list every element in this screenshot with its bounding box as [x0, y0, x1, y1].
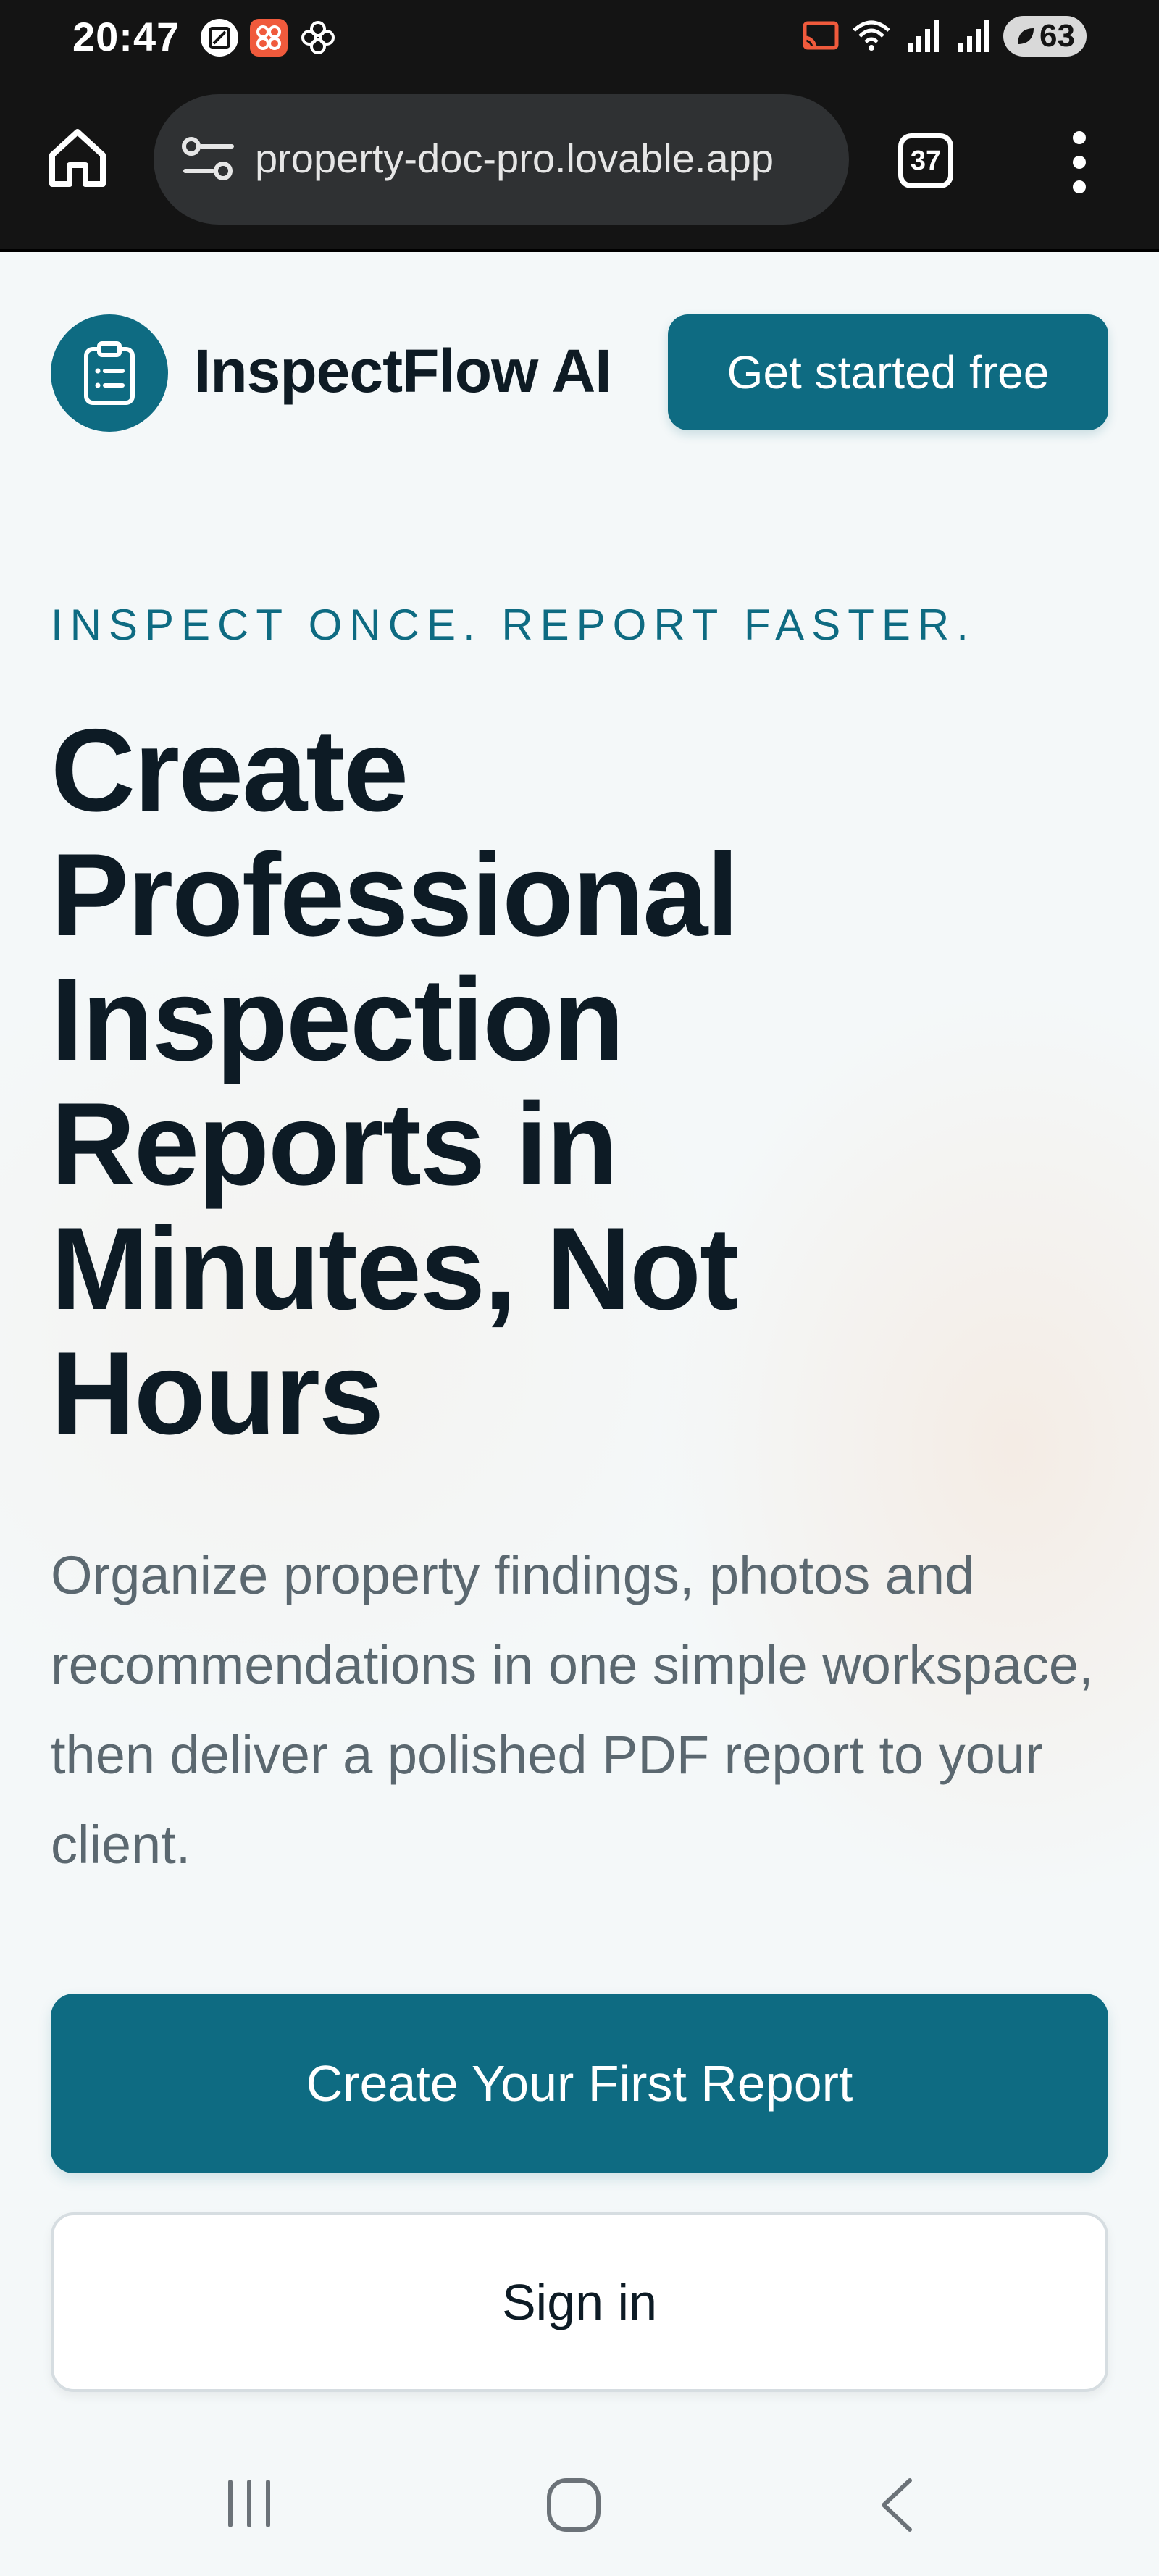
url-text[interactable]: property-doc-pro.lovable.app [255, 135, 834, 182]
android-nav-bar [0, 2441, 1159, 2576]
wifi-icon [853, 20, 890, 51]
recent-apps-icon[interactable] [222, 2476, 277, 2531]
tab-switcher-button[interactable]: 37 [898, 133, 953, 188]
status-bar: 20:47 63 [0, 0, 1159, 75]
site-logo[interactable] [51, 314, 168, 432]
address-bar[interactable]: property-doc-pro.lovable.app [154, 94, 849, 225]
create-first-report-button[interactable]: Create Your First Report [51, 1994, 1108, 2173]
browser-toolbar: property-doc-pro.lovable.app 37 [0, 75, 1159, 252]
home-icon[interactable] [45, 125, 110, 190]
get-started-button[interactable]: Get started free [668, 314, 1108, 430]
clipboard-icon [84, 341, 135, 405]
status-left-icons [199, 17, 338, 58]
web-page: InspectFlow AI Get started free INSPECT … [0, 252, 1159, 2576]
battery-level: 63 [1039, 18, 1075, 54]
site-settings-icon[interactable] [180, 130, 238, 188]
sign-in-button[interactable]: Sign in [51, 2212, 1108, 2392]
status-right-icons: 63 [800, 16, 1087, 57]
home-icon[interactable] [545, 2476, 603, 2534]
signal-icon [958, 20, 990, 52]
hero-eyebrow: INSPECT ONCE. REPORT FASTER. [51, 601, 976, 649]
hero-title: Create Professional Inspection Reports i… [51, 705, 739, 1459]
signal-icon [908, 20, 940, 52]
hero-subtitle: Organize property findings, photos and r… [51, 1545, 1094, 1875]
screen-record-icon [201, 19, 238, 57]
leaf-icon [1018, 28, 1034, 44]
app-notification-icon [250, 19, 288, 57]
status-time: 20:47 [72, 14, 180, 59]
back-icon[interactable] [875, 2475, 919, 2535]
more-options-icon[interactable] [1058, 127, 1101, 197]
site-name[interactable]: InspectFlow AI [194, 336, 612, 406]
pinwheel-icon [301, 21, 335, 54]
battery-icon: 63 [1003, 16, 1087, 57]
cast-icon [803, 21, 839, 50]
